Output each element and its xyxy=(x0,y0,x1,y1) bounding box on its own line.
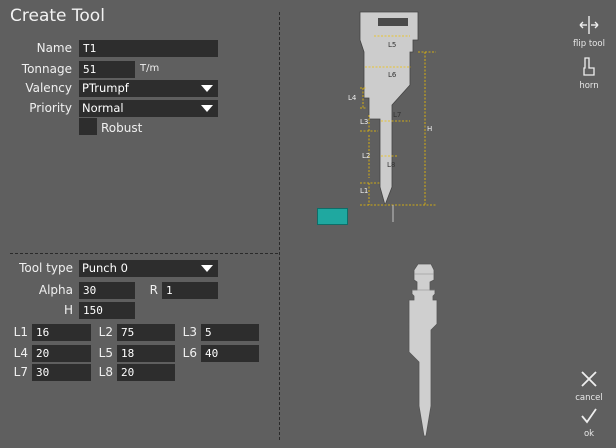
l6-input[interactable]: 40 xyxy=(201,345,259,362)
l4-label: L4 xyxy=(13,346,28,360)
flip-tool-button[interactable]: flip tool xyxy=(568,14,610,49)
diagram-label-l6: L6 xyxy=(388,71,397,79)
vertical-divider xyxy=(279,12,280,440)
l1-label: L1 xyxy=(13,325,28,339)
cancel-label: cancel xyxy=(575,393,603,403)
l6-label: L6 xyxy=(182,346,197,360)
flip-arrows-icon xyxy=(579,16,599,34)
cancel-button[interactable]: cancel xyxy=(568,368,610,403)
diagram-label-l7: L7 xyxy=(393,111,401,119)
tonnage-unit: T/m xyxy=(140,63,160,74)
valency-select[interactable]: PTrumpf xyxy=(79,80,218,97)
h-label: H xyxy=(63,303,73,317)
horn-label: horn xyxy=(579,81,599,91)
check-icon xyxy=(581,408,597,424)
chevron-down-icon xyxy=(201,85,213,92)
l3-label: L3 xyxy=(182,325,197,339)
l8-label: L8 xyxy=(98,365,113,379)
l5-input[interactable]: 18 xyxy=(117,345,175,362)
valency-value: PTrumpf xyxy=(82,81,129,95)
l8-input[interactable]: 20 xyxy=(117,364,175,381)
chevron-down-icon xyxy=(201,105,213,112)
l1-input[interactable]: 16 xyxy=(32,324,91,341)
diagram-label-h: H xyxy=(427,125,432,133)
horn-button[interactable]: horn xyxy=(568,56,610,91)
chevron-down-icon xyxy=(201,265,213,272)
valency-label: Valency xyxy=(25,81,72,95)
diagram-label-l1: L1 xyxy=(360,187,368,195)
l7-label: L7 xyxy=(13,365,28,379)
name-label: Name xyxy=(36,41,72,55)
h-input[interactable]: 150 xyxy=(79,302,135,319)
teal-marker[interactable] xyxy=(317,208,348,225)
robust-label: Robust xyxy=(101,121,143,135)
l2-input[interactable]: 75 xyxy=(117,324,175,341)
diagram-label-l8: L8 xyxy=(387,161,395,169)
l2-label: L2 xyxy=(98,325,113,339)
diagram-label-l2: L2 xyxy=(362,152,370,160)
flip-tool-label: flip tool xyxy=(573,39,605,49)
robust-checkbox[interactable] xyxy=(79,118,97,135)
alpha-label: Alpha xyxy=(38,283,73,297)
tool-type-label: Tool type xyxy=(19,261,73,275)
tool-type-select[interactable]: Punch 0 xyxy=(79,260,218,277)
l3-input[interactable]: 5 xyxy=(201,324,259,341)
alpha-input[interactable]: 30 xyxy=(79,282,135,299)
ok-label: ok xyxy=(583,429,595,439)
diagram-label-l3: L3 xyxy=(360,118,368,126)
tool-type-value: Punch 0 xyxy=(82,261,128,275)
horn-icon xyxy=(583,57,595,76)
l5-label: L5 xyxy=(98,346,113,360)
priority-label: Priority xyxy=(29,101,72,115)
tonnage-label: Tonnage xyxy=(21,62,72,76)
l4-input[interactable]: 20 xyxy=(32,345,91,362)
priority-select[interactable]: Normal xyxy=(79,100,218,117)
x-icon xyxy=(581,371,597,387)
r-input[interactable]: 1 xyxy=(162,282,218,299)
diagram-label-l5: L5 xyxy=(388,41,396,49)
priority-value: Normal xyxy=(82,101,124,115)
horizontal-divider xyxy=(10,253,278,254)
l7-input[interactable]: 30 xyxy=(32,364,91,381)
tool-preview xyxy=(408,263,438,437)
tonnage-input[interactable]: 51 xyxy=(79,61,135,78)
name-input[interactable]: T1 xyxy=(79,40,218,57)
r-label: R xyxy=(149,283,158,297)
tool-dimension-diagram: L5 L6 L4 L7 L3 L2 L8 L1 H xyxy=(348,11,436,222)
ok-button[interactable]: ok xyxy=(568,406,610,439)
page-title: Create Tool xyxy=(10,6,105,26)
diagram-label-l4: L4 xyxy=(348,94,357,102)
